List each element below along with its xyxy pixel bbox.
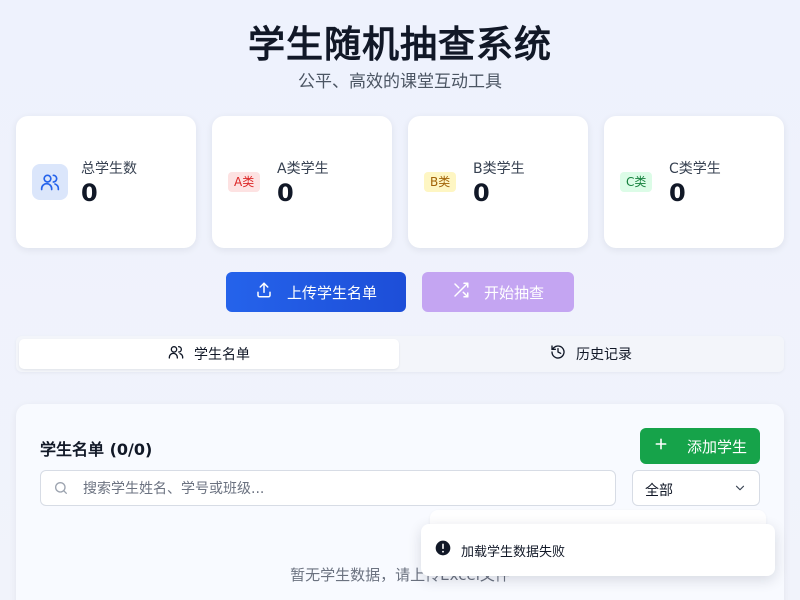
stat-card-a: A类 A类学生 0 — [212, 116, 392, 248]
users-icon — [168, 344, 184, 364]
toast-message: 加载学生数据失败 — [461, 544, 566, 560]
stat-value: 0 — [277, 179, 294, 207]
chevron-down-icon — [733, 481, 747, 499]
tab-bar: 学生名单 历史记录 — [16, 336, 784, 372]
stat-label: C类学生 — [669, 161, 721, 177]
add-student-label: 添加学生 — [686, 437, 747, 456]
class-a-badge: A类 — [228, 172, 261, 192]
users-icon — [32, 164, 68, 200]
search-box — [40, 470, 616, 507]
stat-label: B类学生 — [473, 161, 525, 177]
class-filter-select[interactable]: 全部 — [632, 470, 760, 506]
stat-value: 0 — [669, 179, 686, 207]
add-student-button[interactable]: 添加学生 — [640, 428, 760, 464]
stat-value: 0 — [473, 179, 490, 207]
class-b-badge: B类 — [424, 172, 457, 192]
start-draw-button-label: 开始抽查 — [483, 283, 544, 302]
search-icon — [53, 480, 69, 500]
upload-icon — [255, 281, 273, 303]
start-draw-button[interactable]: 开始抽查 — [422, 272, 574, 312]
class-c-badge: C类 — [620, 172, 653, 192]
tab-student-list[interactable]: 学生名单 — [19, 339, 399, 369]
error-toast[interactable]: 加载学生数据失败 — [421, 524, 775, 576]
stat-value: 0 — [81, 179, 98, 207]
tab-label: 学生名单 — [194, 347, 250, 363]
alert-circle-icon — [435, 540, 451, 560]
shuffle-icon — [452, 281, 470, 303]
stat-card-c: C类 C类学生 0 — [604, 116, 784, 248]
stat-card-total: 总学生数 0 — [16, 116, 196, 248]
upload-button[interactable]: 上传学生名单 — [226, 272, 406, 312]
stat-card-b: B类 B类学生 0 — [408, 116, 588, 248]
tab-history[interactable]: 历史记录 — [401, 339, 781, 369]
upload-button-label: 上传学生名单 — [286, 283, 377, 302]
page-title: 学生随机抽查系统 — [248, 23, 552, 66]
tab-label: 历史记录 — [576, 347, 632, 363]
filter-value: 全部 — [645, 483, 673, 499]
student-list-title: 学生名单 (0/0) — [40, 440, 153, 459]
search-input[interactable] — [81, 471, 605, 507]
stat-label: A类学生 — [277, 161, 329, 177]
plus-icon — [653, 436, 669, 456]
stat-label: 总学生数 — [81, 161, 137, 177]
history-icon — [550, 344, 566, 364]
page-subtitle: 公平、高效的课堂互动工具 — [298, 72, 502, 92]
